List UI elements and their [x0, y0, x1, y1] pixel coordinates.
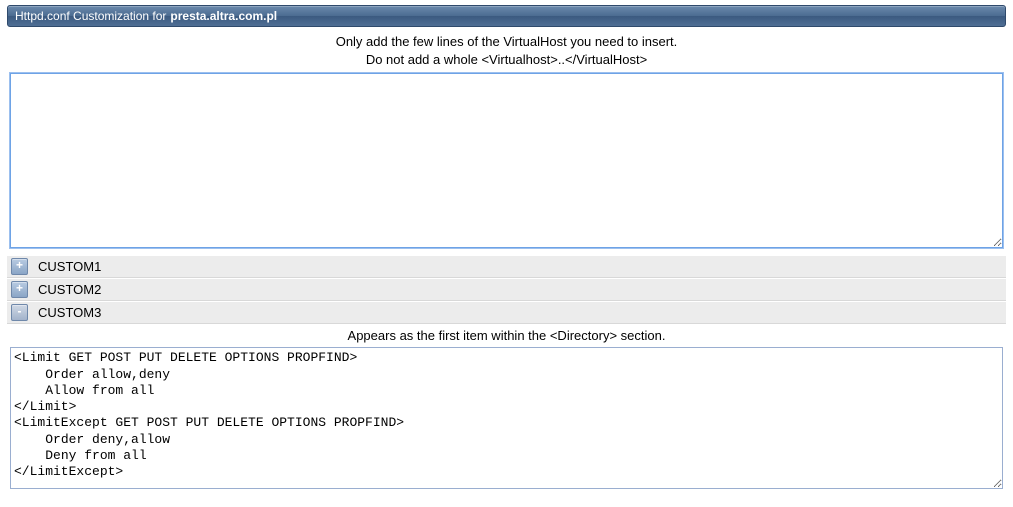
spacer: [7, 496, 1006, 500]
section-row-custom3: - CUSTOM3: [7, 301, 1006, 324]
instruction-line-2: Do not add a whole <Virtualhost>..</Virt…: [7, 51, 1006, 69]
instruction-line-1: Only add the few lines of the VirtualHos…: [7, 33, 1006, 51]
expand-toggle-custom2[interactable]: +: [11, 281, 28, 298]
section-row-custom1: + CUSTOM1: [7, 255, 1006, 278]
section-label-custom2: CUSTOM2: [38, 282, 101, 297]
instruction-block: Only add the few lines of the VirtualHos…: [7, 27, 1006, 71]
top-textarea-wrap: [7, 71, 1006, 255]
section-row-custom2: + CUSTOM2: [7, 278, 1006, 301]
section-label-custom1: CUSTOM1: [38, 259, 101, 274]
custom3-textarea[interactable]: [10, 347, 1003, 489]
section-description-custom3: Appears as the first item within the <Di…: [7, 324, 1006, 345]
custom3-textarea-wrap: [7, 345, 1006, 496]
title-prefix: Httpd.conf Customization for: [15, 9, 166, 23]
virtualhost-textarea[interactable]: [10, 73, 1003, 248]
collapse-toggle-custom3[interactable]: -: [11, 304, 28, 321]
page-root: Httpd.conf Customization for presta.altr…: [0, 0, 1013, 505]
section-label-custom3: CUSTOM3: [38, 305, 101, 320]
title-host: presta.altra.com.pl: [170, 9, 277, 23]
expand-toggle-custom1[interactable]: +: [11, 258, 28, 275]
title-bar: Httpd.conf Customization for presta.altr…: [7, 5, 1006, 27]
